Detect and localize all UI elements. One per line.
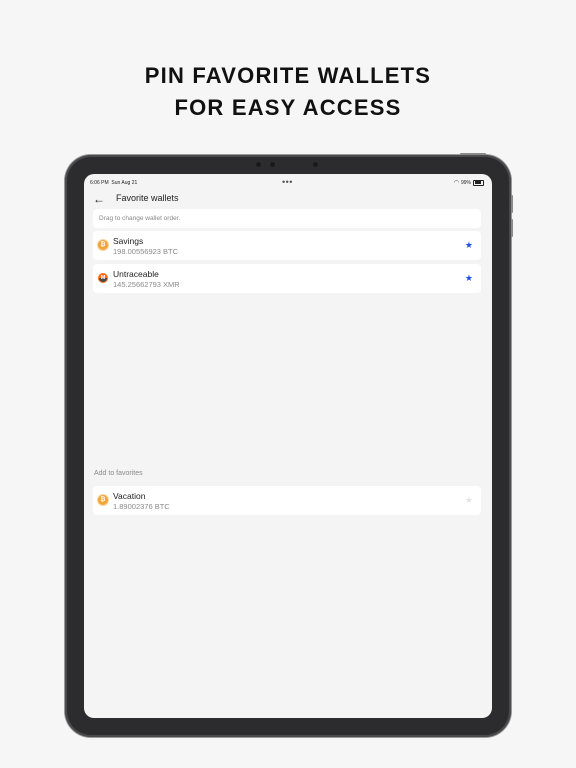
navigation-bar: ← Favorite wallets: [84, 190, 492, 210]
headline-line-2: FOR EASY ACCESS: [174, 95, 402, 120]
wallet-name: Savings: [113, 236, 144, 246]
promo-headline: PIN FAVORITE WALLETS FOR EASY ACCESS: [0, 60, 576, 124]
back-arrow-icon[interactable]: ←: [93, 192, 105, 206]
top-button: [460, 153, 486, 155]
multitasking-dots-icon[interactable]: •••: [282, 177, 293, 187]
favorite-wallet-row[interactable]: M Untraceable 145.25662793 XMR ★: [93, 264, 481, 293]
wifi-icon: ◠: [453, 180, 459, 186]
add-favorites-section-label: Add to favorites: [94, 470, 143, 477]
app-screen: 6:06 PM Sun Aug 21 ••• ◠ 99% ← Favorite …: [84, 174, 492, 718]
star-outline-icon[interactable]: ★: [465, 494, 473, 506]
tablet-device-frame: 6:06 PM Sun Aug 21 ••• ◠ 99% ← Favorite …: [65, 153, 513, 737]
wallet-balance: 1.89002376 BTC: [113, 502, 170, 511]
front-camera: [256, 162, 261, 167]
bitcoin-icon: ₿: [98, 495, 108, 505]
page-title: Favorite wallets: [116, 193, 179, 203]
reorder-hint-text: Drag to change wallet order.: [99, 215, 181, 222]
headline-line-1: PIN FAVORITE WALLETS: [144, 63, 432, 88]
status-bar: 6:06 PM Sun Aug 21 ••• ◠ 99%: [84, 174, 492, 190]
monero-icon: M: [98, 273, 108, 283]
status-time: 6:06 PM Sun Aug 21: [90, 180, 137, 186]
star-icon[interactable]: ★: [465, 272, 473, 284]
front-sensor: [270, 162, 275, 167]
wallet-name: Untraceable: [113, 269, 159, 279]
battery-icon: [473, 179, 484, 186]
status-indicators: ◠ 99%: [454, 179, 484, 186]
bitcoin-icon: ₿: [98, 240, 108, 250]
volume-down-button: [511, 219, 513, 237]
reorder-hint: Drag to change wallet order.: [93, 209, 481, 228]
wallet-balance: 198.00556923 BTC: [113, 247, 179, 256]
star-icon[interactable]: ★: [465, 239, 473, 251]
favorite-wallet-row[interactable]: ₿ Savings 198.00556923 BTC ★: [93, 231, 481, 260]
volume-up-button: [511, 195, 513, 213]
battery-percent: 99%: [460, 179, 471, 186]
wallet-balance: 145.25662793 XMR: [113, 280, 180, 289]
status-clock: 6:06 PM: [90, 180, 109, 186]
available-wallet-row[interactable]: ₿ Vacation 1.89002376 BTC ★: [93, 486, 481, 515]
status-date: Sun Aug 21: [111, 180, 138, 186]
wallet-name: Vacation: [113, 491, 146, 501]
front-sensor-2: [313, 162, 318, 167]
